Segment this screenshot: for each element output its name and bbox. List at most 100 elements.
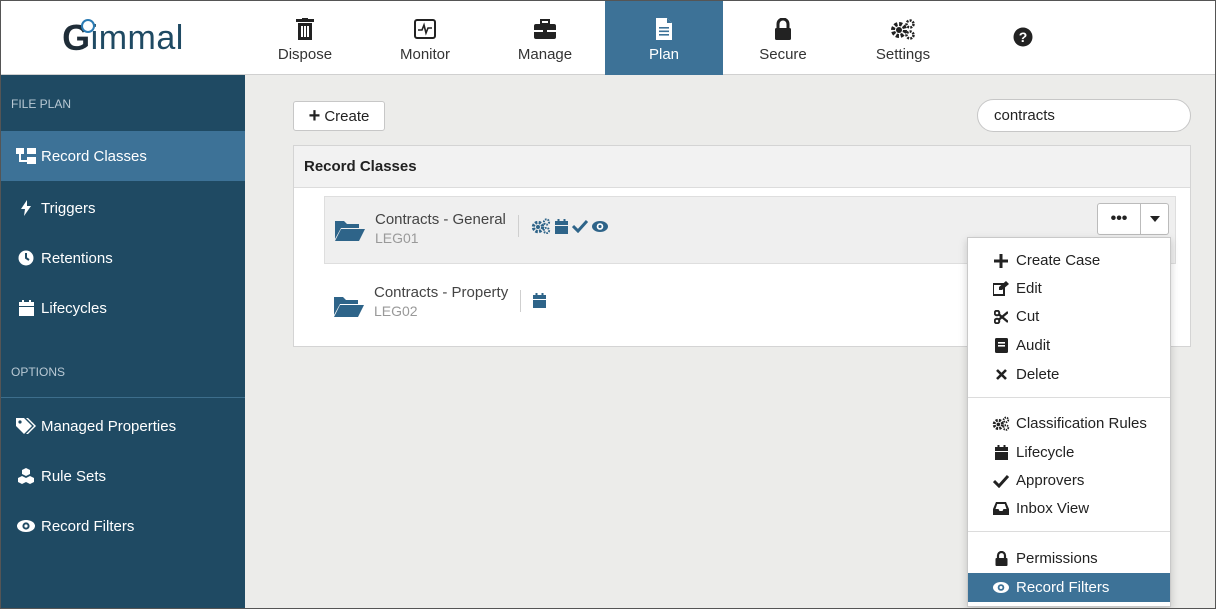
caret-down-icon bbox=[1149, 216, 1160, 222]
audit-icon bbox=[992, 338, 1010, 353]
sidebar-item-label: Triggers bbox=[41, 199, 96, 217]
separator bbox=[517, 215, 519, 237]
document-icon bbox=[656, 14, 672, 44]
sidebar-item-label: Retentions bbox=[41, 249, 113, 267]
sidebar-item-label: Record Filters bbox=[41, 517, 135, 535]
menu-item-classification-rules[interactable]: Classification Rules bbox=[968, 409, 1170, 438]
sidebar-item-retentions[interactable]: Retentions bbox=[1, 233, 245, 283]
menu-divider bbox=[968, 397, 1170, 398]
record-class-code: LEG02 bbox=[374, 303, 418, 319]
folder-open-icon bbox=[335, 219, 371, 241]
lock-icon bbox=[992, 551, 1010, 566]
calendar-icon bbox=[554, 218, 568, 234]
gears-icon bbox=[531, 218, 551, 234]
help-icon: ? bbox=[1013, 22, 1033, 52]
nav-plan[interactable]: Plan bbox=[605, 1, 723, 75]
record-class-name[interactable]: Contracts - Property bbox=[374, 284, 508, 301]
menu-item-approvers[interactable]: Approvers bbox=[968, 466, 1170, 495]
eye-icon bbox=[15, 520, 37, 532]
nav-secure[interactable]: Secure bbox=[723, 1, 843, 75]
dropdown-toggle-button[interactable] bbox=[1141, 203, 1169, 235]
nav-label: Secure bbox=[759, 45, 807, 63]
sidebar-item-rule-sets[interactable]: Rule Sets bbox=[1, 451, 245, 501]
briefcase-icon bbox=[534, 14, 556, 44]
calendar-icon bbox=[15, 300, 37, 316]
plus-icon: + bbox=[308, 105, 321, 127]
menu-item-label: Classification Rules bbox=[1016, 415, 1147, 432]
check-icon bbox=[992, 474, 1010, 488]
eye-icon bbox=[591, 220, 608, 232]
menu-item-inbox-view[interactable]: Inbox View bbox=[968, 494, 1170, 523]
menu-item-label: Delete bbox=[1016, 366, 1060, 383]
sidebar-item-record-classes[interactable]: Record Classes bbox=[1, 131, 245, 181]
monitor-icon bbox=[414, 14, 436, 44]
calendar-icon bbox=[992, 445, 1010, 460]
menu-item-label: Edit bbox=[1016, 280, 1042, 297]
nav-manage[interactable]: Manage bbox=[485, 1, 605, 75]
menu-item-record-filters[interactable]: Record Filters bbox=[968, 573, 1170, 602]
logo-letter: G bbox=[62, 17, 95, 58]
menu-item-label: Approvers bbox=[1016, 472, 1085, 489]
row-status-icons bbox=[533, 293, 547, 308]
sidebar-item-triggers[interactable]: Triggers bbox=[1, 183, 245, 233]
bolt-icon bbox=[15, 200, 37, 216]
menu-item-create-case[interactable]: Create Case bbox=[968, 246, 1170, 275]
folder-open-icon bbox=[334, 295, 370, 317]
calendar-icon bbox=[533, 293, 547, 308]
nav-label: Plan bbox=[648, 45, 680, 63]
plus-icon bbox=[992, 253, 1010, 268]
sidebar-item-label: Lifecycles bbox=[41, 299, 107, 317]
separator bbox=[520, 290, 522, 312]
panel-title: Record Classes bbox=[294, 146, 1190, 188]
gears-icon bbox=[992, 416, 1010, 431]
sidebar-item-lifecycles[interactable]: Lifecycles bbox=[1, 283, 245, 333]
nav-dispose[interactable]: Dispose bbox=[245, 1, 365, 75]
row-status-icons bbox=[531, 218, 608, 234]
lock-icon bbox=[774, 14, 792, 44]
times-icon bbox=[992, 369, 1010, 380]
eye-icon bbox=[992, 582, 1010, 593]
check-icon bbox=[571, 219, 588, 233]
sidebar-item-label: Record Classes bbox=[41, 147, 147, 165]
row-actions-split-button: ••• bbox=[1097, 203, 1169, 235]
logo-text: immal bbox=[90, 18, 184, 57]
menu-item-audit[interactable]: Audit bbox=[968, 331, 1170, 360]
nav-help[interactable]: ? bbox=[963, 1, 1083, 75]
create-button[interactable]: + Create bbox=[293, 101, 385, 131]
menu-item-label: Cut bbox=[1016, 308, 1040, 325]
sidebar-item-record-filters[interactable]: Record Filters bbox=[1, 501, 245, 551]
sidebar-item-label: Managed Properties bbox=[41, 417, 177, 435]
menu-item-delete[interactable]: Delete bbox=[968, 360, 1170, 389]
tags-icon bbox=[15, 418, 37, 434]
top-nav-bar: Gimmal Dispose Monitor Manage Plan Secur… bbox=[1, 1, 1215, 75]
menu-item-label: Record Filters bbox=[1016, 579, 1110, 596]
nav-label: Monitor bbox=[399, 45, 451, 63]
sitemap-icon bbox=[15, 148, 37, 164]
search-input[interactable] bbox=[977, 99, 1191, 132]
menu-item-label: Permissions bbox=[1016, 550, 1098, 567]
create-label: Create bbox=[324, 107, 370, 125]
cubes-icon bbox=[15, 468, 37, 484]
menu-item-cut[interactable]: Cut bbox=[968, 302, 1170, 331]
gimmal-logo[interactable]: Gimmal bbox=[1, 1, 245, 75]
options-heading: OPTIONS bbox=[11, 365, 66, 379]
inbox-icon bbox=[992, 502, 1010, 515]
menu-item-edit[interactable]: Edit bbox=[968, 274, 1170, 303]
nav-monitor[interactable]: Monitor bbox=[365, 1, 485, 75]
menu-item-permissions[interactable]: Permissions bbox=[968, 544, 1170, 573]
nav-label: Manage bbox=[517, 45, 573, 63]
sidebar: FILE PLAN Record Classes Triggers Retent… bbox=[1, 75, 245, 608]
clock-icon bbox=[15, 250, 37, 266]
sidebar-divider bbox=[1, 397, 245, 398]
nav-label: Settings bbox=[875, 45, 931, 63]
more-actions-button[interactable]: ••• bbox=[1097, 203, 1141, 235]
nav-settings[interactable]: Settings bbox=[843, 1, 963, 75]
sidebar-item-managed-properties[interactable]: Managed Properties bbox=[1, 401, 245, 451]
menu-item-label: Lifecycle bbox=[1016, 444, 1075, 461]
record-class-name[interactable]: Contracts - General bbox=[375, 211, 506, 228]
menu-item-lifecycle[interactable]: Lifecycle bbox=[968, 438, 1170, 467]
menu-divider bbox=[968, 531, 1170, 532]
menu-item-label: Audit bbox=[1016, 337, 1051, 354]
row-actions-menu: Create Case Edit Cut Audit Delete Classi… bbox=[967, 237, 1171, 607]
menu-item-label: Create Case bbox=[1016, 252, 1101, 269]
